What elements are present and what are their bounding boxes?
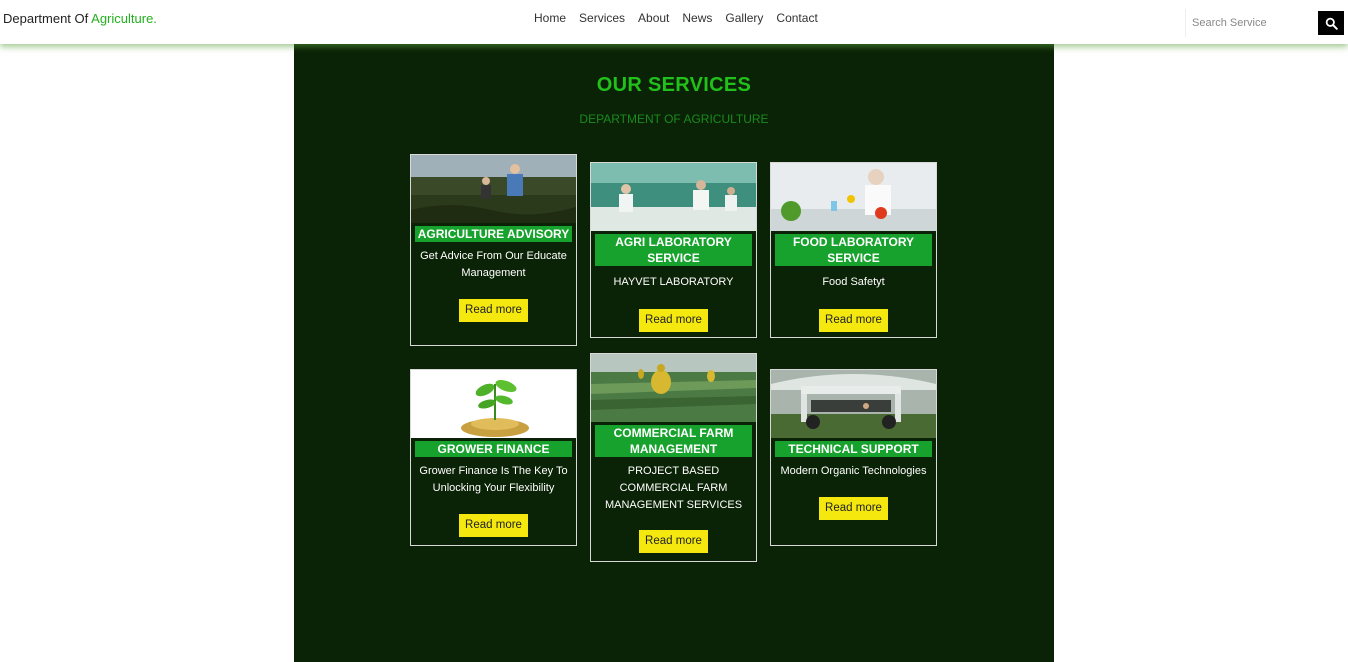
- brand-prefix: Department Of: [3, 11, 92, 26]
- search-box: [1185, 9, 1319, 37]
- site-brand[interactable]: Department Of Agriculture.: [3, 11, 157, 26]
- service-card-agriculture-advisory: AGRICULTURE ADVISORY Get Advice From Our…: [410, 154, 577, 346]
- nav-about[interactable]: About: [638, 11, 669, 25]
- card-description: PROJECT BASED COMMERCIAL FARM MANAGEMENT…: [604, 465, 743, 511]
- technical-support-photo: [771, 370, 936, 438]
- read-more-button[interactable]: Read more: [819, 309, 888, 332]
- service-card-technical-support: TECHNICAL SUPPORT Modern Organic Technol…: [770, 369, 937, 546]
- service-card-commercial-farm: COMMERCIAL FARM MANAGEMENT PROJECT BASED…: [590, 353, 757, 562]
- read-more-button[interactable]: Read more: [459, 514, 528, 537]
- main-nav: Home Services About News Gallery Contact: [534, 11, 831, 25]
- services-section: OUR SERVICES DEPARTMENT OF AGRICULTURE A…: [294, 44, 1054, 662]
- section-subtitle: DEPARTMENT OF AGRICULTURE: [579, 112, 769, 126]
- card-title: TECHNICAL SUPPORT: [775, 441, 932, 457]
- read-more-button[interactable]: Read more: [639, 309, 708, 332]
- read-more-button[interactable]: Read more: [819, 497, 888, 520]
- card-title: COMMERCIAL FARM MANAGEMENT: [595, 425, 752, 457]
- search-button[interactable]: [1318, 11, 1344, 35]
- service-card-food-laboratory: FOOD LABORATORY SERVICE Food Safetyt Rea…: [770, 162, 937, 338]
- card-title: AGRICULTURE ADVISORY: [415, 226, 572, 242]
- nav-news[interactable]: News: [682, 11, 712, 25]
- card-title: AGRI LABORATORY SERVICE: [595, 234, 752, 266]
- read-more-button[interactable]: Read more: [459, 299, 528, 322]
- nav-contact[interactable]: Contact: [776, 11, 817, 25]
- farm-management-photo: [591, 354, 756, 422]
- advisory-photo: [411, 155, 576, 223]
- search-input[interactable]: [1186, 9, 1319, 37]
- grower-finance-photo: [411, 370, 576, 438]
- nav-gallery[interactable]: Gallery: [725, 11, 763, 25]
- read-more-button[interactable]: Read more: [639, 530, 708, 553]
- card-description: HAYVET LABORATORY: [613, 276, 734, 288]
- service-card-grower-finance: GROWER FINANCE Grower Finance Is The Key…: [410, 369, 577, 546]
- service-card-agri-laboratory: AGRI LABORATORY SERVICE HAYVET LABORATOR…: [590, 162, 757, 338]
- top-header: Department Of Agriculture. Home Services…: [0, 0, 1348, 44]
- card-description: Grower Finance Is The Key To Unlocking Y…: [419, 465, 568, 494]
- card-description: Get Advice From Our Educate Management: [420, 250, 567, 279]
- card-description: Food Safetyt: [822, 276, 885, 288]
- card-title: GROWER FINANCE: [415, 441, 572, 457]
- brand-highlight: Agriculture.: [91, 11, 157, 26]
- search-icon: [1325, 17, 1338, 30]
- card-description: Modern Organic Technologies: [780, 465, 927, 477]
- food-lab-photo: [771, 163, 936, 231]
- laboratory-photo: [591, 163, 756, 231]
- card-title: FOOD LABORATORY SERVICE: [775, 234, 932, 266]
- nav-services[interactable]: Services: [579, 11, 625, 25]
- nav-home[interactable]: Home: [534, 11, 566, 25]
- section-title: OUR SERVICES: [596, 74, 752, 96]
